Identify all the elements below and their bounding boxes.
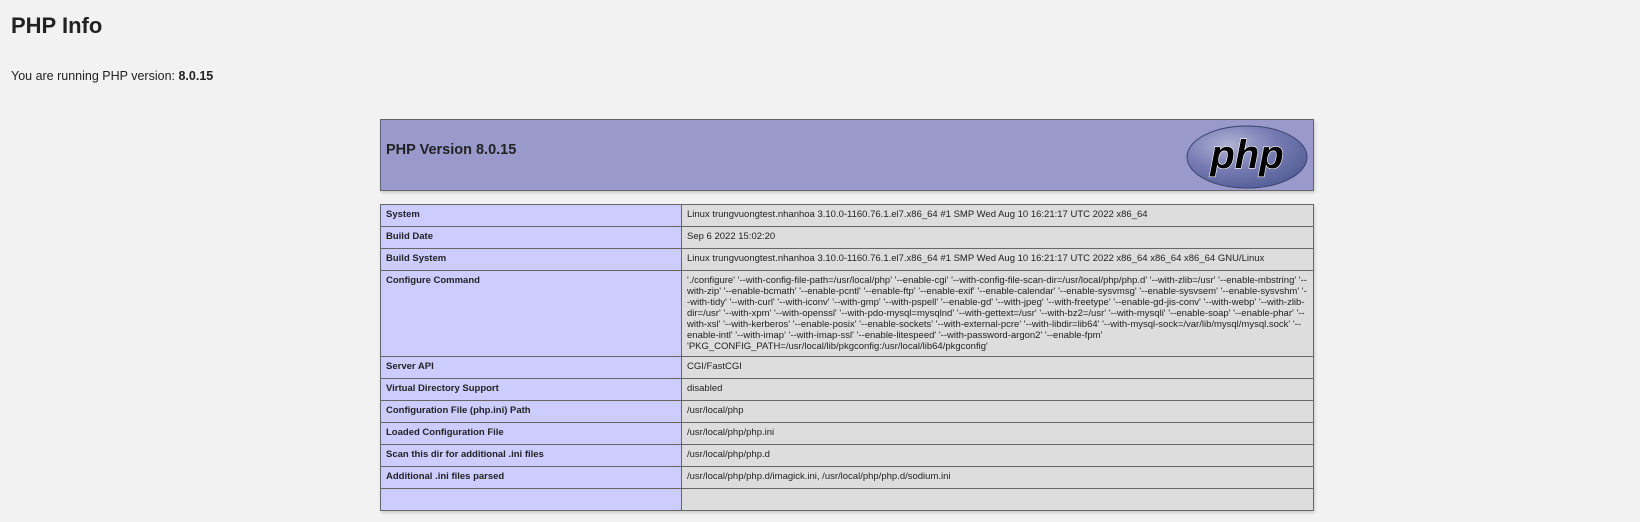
row-key: Build Date xyxy=(380,226,682,249)
phpinfo-header: PHP Version 8.0.15 php xyxy=(380,119,1314,191)
row-key: Configuration File (php.ini) Path xyxy=(380,400,682,423)
table-row: Build Date Sep 6 2022 15:02:20 xyxy=(380,226,1314,249)
row-key: Server API xyxy=(380,356,682,379)
row-value: /usr/local/php/php.ini xyxy=(681,422,1314,445)
row-key: Additional .ini files parsed xyxy=(380,466,682,489)
table-row xyxy=(380,488,1314,511)
version-number: 8.0.15 xyxy=(178,69,214,83)
row-key: Build System xyxy=(380,248,682,271)
table-row: Additional .ini files parsed/usr/local/p… xyxy=(380,466,1314,489)
row-key: System xyxy=(380,204,682,227)
php-logo-icon[interactable]: php xyxy=(1186,125,1308,189)
row-key: Loaded Configuration File xyxy=(380,422,682,445)
table-row: Scan this dir for additional .ini files /… xyxy=(380,444,1314,467)
row-value: /usr/local/php/php.d/imagick.ini, /usr/l… xyxy=(681,466,1314,489)
row-key: Configure Command xyxy=(380,270,682,357)
row-value: CGI/FastCGI xyxy=(681,356,1314,379)
row-key: Scan this dir for additional .ini files xyxy=(380,444,682,467)
info-table: System Linux trungvuongtest.nhanhoa 3.10.… xyxy=(380,204,1314,511)
row-value: /usr/local/php/php.d xyxy=(681,444,1314,467)
row-value: Linux trungvuongtest.nhanhoa 3.10.0-1160… xyxy=(681,204,1314,227)
row-value: Sep 6 2022 15:02:20 xyxy=(681,226,1314,249)
table-row: Virtual Directory Support disabled xyxy=(380,378,1314,401)
row-value: /usr/local/php xyxy=(681,400,1314,423)
php-logo-text: php xyxy=(1209,133,1283,177)
row-key xyxy=(380,488,682,511)
table-row: Configuration File (php.ini) Path/usr/lo… xyxy=(380,400,1314,423)
table-row: Loaded Configuration File/usr/local/php/… xyxy=(380,422,1314,445)
row-key: Virtual Directory Support xyxy=(380,378,682,401)
phpinfo-panel: PHP Version 8.0.15 php System Linux trung… xyxy=(380,119,1314,511)
table-row: System Linux trungvuongtest.nhanhoa 3.10.… xyxy=(380,204,1314,227)
table-row: Build System Linux trungvuongtest.nhanhoa… xyxy=(380,248,1314,271)
version-prefix: You are running PHP version: xyxy=(11,69,179,83)
row-value xyxy=(681,488,1314,511)
table-row: Configure Command './configure' '--with-c… xyxy=(380,270,1314,357)
table-row: Server API CGI/FastCGI xyxy=(380,356,1314,379)
row-value: disabled xyxy=(681,378,1314,401)
row-value: Linux trungvuongtest.nhanhoa 3.10.0-1160… xyxy=(681,248,1314,271)
php-version-heading: PHP Version 8.0.15 xyxy=(386,142,517,158)
row-value: './configure' '--with-config-file-path=/… xyxy=(681,270,1314,357)
php-version-line: You are running PHP version: 8.0.15 xyxy=(11,69,213,83)
page-title: PHP Info xyxy=(11,13,103,38)
